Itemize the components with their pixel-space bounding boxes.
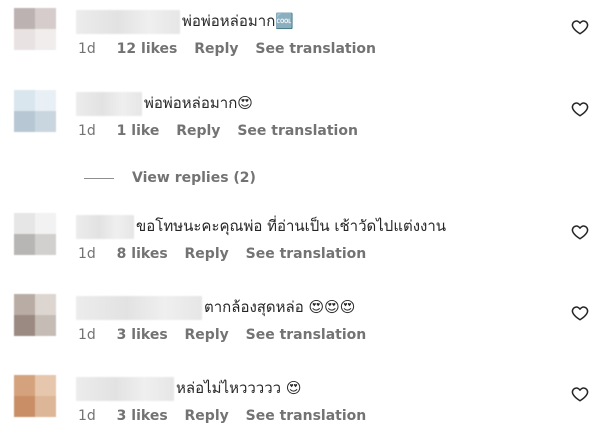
view-replies-button[interactable]: View replies (2) xyxy=(84,166,256,190)
heart-outline-icon[interactable] xyxy=(571,223,589,241)
view-replies-label: View replies (2) xyxy=(132,170,256,186)
comment-text: หล่อไม่ไหววววว 😍 xyxy=(176,379,302,397)
comment-text: ขอโทษนะคะคุณพ่อ ที่อ่านเป็น เช้าวัดไปแต่… xyxy=(136,217,447,235)
see-translation-button[interactable]: See translation xyxy=(237,123,358,139)
comment-time: 1d xyxy=(78,41,96,57)
replies-divider-line xyxy=(84,177,114,179)
reply-button[interactable]: Reply xyxy=(185,408,229,424)
username-redacted[interactable] xyxy=(76,377,174,401)
avatar[interactable] xyxy=(14,213,56,255)
reply-button[interactable]: Reply xyxy=(185,327,229,343)
see-translation-button[interactable]: See translation xyxy=(246,408,367,424)
comment-text: พ่อพ่อหล่อมาก😍 xyxy=(144,94,253,112)
likes-count[interactable]: 3 likes xyxy=(117,408,168,424)
see-translation-button[interactable]: See translation xyxy=(255,41,376,57)
reply-button[interactable]: Reply xyxy=(185,246,229,262)
heart-outline-icon[interactable] xyxy=(571,385,589,403)
heart-outline-icon[interactable] xyxy=(571,100,589,118)
avatar[interactable] xyxy=(14,90,56,132)
comment-item: หล่อไม่ไหววววว 😍 1d 3 likes Reply See tr… xyxy=(0,367,600,437)
username-redacted[interactable] xyxy=(76,10,180,34)
see-translation-button[interactable]: See translation xyxy=(246,327,367,343)
comment-meta: 1d 1 like Reply See translation xyxy=(78,123,370,139)
heart-outline-icon[interactable] xyxy=(571,18,589,36)
comment-item: พ่อพ่อหล่อมาก🆒 1d 12 likes Reply See tra… xyxy=(0,0,600,70)
comment-meta: 1d 3 likes Reply See translation xyxy=(78,327,378,343)
reply-button[interactable]: Reply xyxy=(176,123,220,139)
comment-time: 1d xyxy=(78,246,96,262)
avatar[interactable] xyxy=(14,375,56,417)
avatar[interactable] xyxy=(14,8,56,50)
username-redacted[interactable] xyxy=(76,296,202,320)
comment-text: พ่อพ่อหล่อมาก🆒 xyxy=(182,12,294,30)
comment-meta: 1d 3 likes Reply See translation xyxy=(78,408,378,424)
comment-meta: 1d 12 likes Reply See translation xyxy=(78,41,388,57)
comment-text: ตากล้องสุดหล่อ 😍😍😍 xyxy=(204,298,356,316)
comment-item: ตากล้องสุดหล่อ 😍😍😍 1d 3 likes Reply See … xyxy=(0,286,600,356)
reply-button[interactable]: Reply xyxy=(194,41,238,57)
comment-meta: 1d 8 likes Reply See translation xyxy=(78,246,378,262)
see-translation-button[interactable]: See translation xyxy=(246,246,367,262)
avatar[interactable] xyxy=(14,294,56,336)
likes-count[interactable]: 1 like xyxy=(117,123,160,139)
comment-time: 1d xyxy=(78,408,96,424)
likes-count[interactable]: 12 likes xyxy=(117,41,178,57)
username-redacted[interactable] xyxy=(76,92,142,116)
comment-item: พ่อพ่อหล่อมาก😍 1d 1 like Reply See trans… xyxy=(0,82,600,152)
username-redacted[interactable] xyxy=(76,215,134,239)
comment-time: 1d xyxy=(78,123,96,139)
comment-item: ขอโทษนะคะคุณพ่อ ที่อ่านเป็น เช้าวัดไปแต่… xyxy=(0,205,600,275)
heart-outline-icon[interactable] xyxy=(571,304,589,322)
comment-time: 1d xyxy=(78,327,96,343)
likes-count[interactable]: 8 likes xyxy=(117,246,168,262)
likes-count[interactable]: 3 likes xyxy=(117,327,168,343)
comment-thread: พ่อพ่อหล่อมาก🆒 1d 12 likes Reply See tra… xyxy=(0,0,600,438)
